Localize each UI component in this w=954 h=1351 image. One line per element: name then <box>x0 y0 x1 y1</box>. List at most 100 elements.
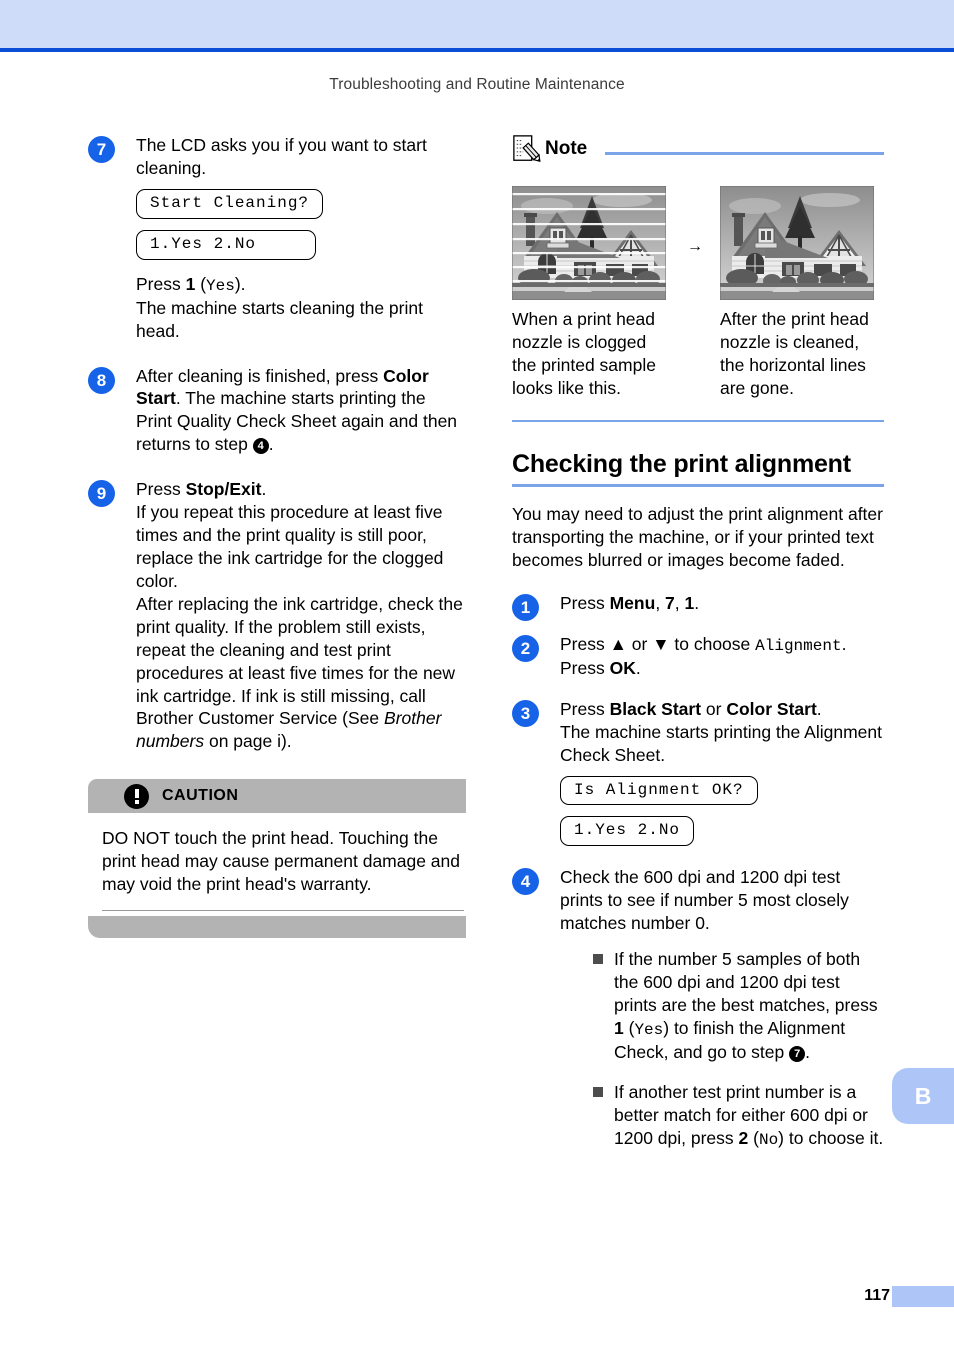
step-number-badge: 3 <box>512 699 539 727</box>
black-start-key: Black Start <box>609 698 702 719</box>
align-step-2-line2: Press OK. <box>560 657 884 680</box>
period: . <box>261 479 267 500</box>
period: . <box>841 633 847 654</box>
page-title: Checking the print alignment <box>512 450 851 479</box>
note-label: Note <box>545 138 588 159</box>
step-number-badge: 2 <box>512 634 539 662</box>
press-label: Press <box>136 273 186 294</box>
bullet-1-key: 2 <box>738 1127 749 1148</box>
paren-close: ) to <box>663 1017 694 1038</box>
press-label: Press <box>560 592 610 613</box>
comma: , <box>674 592 685 613</box>
running-header: Troubleshooting and Routine Maintenance <box>329 76 625 93</box>
step-number-badge: 1 <box>512 593 539 621</box>
press-label: Press <box>560 657 610 678</box>
note-header: Note <box>512 134 884 164</box>
step-number-badge: 4 <box>512 868 539 896</box>
press-key: 1 <box>185 273 196 294</box>
period: . <box>268 434 274 455</box>
paren-open: ( <box>623 1017 635 1038</box>
page-number: 117 <box>864 1287 890 1304</box>
lcd-group-align-b: 1.Yes 2.No <box>560 807 884 848</box>
align-step-4-lead: Check the 600 dpi and 1200 dpi test prin… <box>560 867 849 934</box>
align-step-4: 4 Check the 600 dpi and 1200 dpi test pr… <box>512 866 884 1150</box>
figure-clogged: When a print head nozzle is clogged the … <box>512 186 670 400</box>
left-column: 7 The LCD asks you if you want to start … <box>88 134 466 939</box>
lcd-yes-no: 1.Yes 2.No <box>136 229 316 260</box>
right-column: Note When a print head nozzle is clogged… <box>512 134 884 1168</box>
bullet-0-key: 1 <box>614 1017 624 1038</box>
step-reference-badge: 7 <box>789 1045 806 1062</box>
arrow-keys-instruction: Press ▲ or ▼ to choose <box>560 633 756 654</box>
paren-close: ) to choose it. <box>778 1127 884 1148</box>
align-step-1: 1 Press Menu, 7, 1. <box>512 592 884 621</box>
lcd-start-cleaning: Start Cleaning? <box>136 188 324 219</box>
step-7-body: The LCD asks you if you want to start cl… <box>136 134 466 343</box>
list-item: If the number 5 samples of both the 600 … <box>590 948 884 1064</box>
square-bullet-icon <box>593 1086 603 1097</box>
caution-divider <box>102 910 464 912</box>
period: . <box>635 657 641 678</box>
step-8-lead: After cleaning is finished, press <box>136 365 384 386</box>
note-bottom-rule <box>512 419 884 423</box>
caution-title: CAUTION <box>162 787 239 805</box>
period: . <box>175 388 181 409</box>
transition-arrow-icon: → <box>687 238 703 255</box>
step-9: 9 Press Stop/Exit. If you repeat this pr… <box>88 478 466 753</box>
press-label: Press <box>560 698 610 719</box>
bullet-1-mono-no: No <box>758 1130 779 1149</box>
section-title-rule <box>512 484 884 488</box>
align-step-3: 3 Press Black Start or Color Start. The … <box>512 698 884 849</box>
press-mono-yes: Yes <box>206 276 235 295</box>
lcd-group-7b: 1.Yes 2.No <box>136 221 466 262</box>
step-9-para1: If you repeat this procedure at least fi… <box>136 502 444 591</box>
align-step-1-body: Press Menu, 7, 1. <box>560 592 884 615</box>
bullet-0-text-a: If the number 5 samples of both the 600 … <box>614 949 878 1016</box>
list-item: If another test print number is a better… <box>590 1081 884 1151</box>
align-step-4-bullets: If the number 5 samples of both the 600 … <box>590 948 884 1150</box>
clogged-nozzle-sample-photo <box>512 186 666 300</box>
step-9-para2-b: on page i). <box>204 731 292 752</box>
figure-clogged-caption: When a print head nozzle is clogged the … <box>512 309 656 398</box>
lcd-group-7: Start Cleaning? <box>136 180 466 221</box>
period: . <box>694 592 700 613</box>
step-9-body: Press Stop/Exit. If you repeat this proc… <box>136 478 466 753</box>
key-1: 1 <box>684 592 695 613</box>
note-header-rule <box>605 152 884 155</box>
caution-box: CAUTION DO NOT touch the print head. Tou… <box>88 779 466 939</box>
align-step-3-rest: The machine starts printing the Alignmen… <box>560 721 882 765</box>
align-step-2: 2 Press ▲ or ▼ to choose Alignment. Pres… <box>512 633 884 680</box>
caution-body: DO NOT touch the print head. Touching th… <box>102 828 461 895</box>
step-9-lead: Press <box>136 479 186 500</box>
figure-cleaned: After the print head nozzle is cleaned, … <box>720 186 878 400</box>
chapter-tab-b: B <box>892 1068 954 1124</box>
align-step-3-body: Press Black Start or Color Start. The ma… <box>560 698 884 849</box>
step-8: 8 After cleaning is finished, press Colo… <box>88 365 466 457</box>
bullet-0-mono-yes: Yes <box>634 1020 664 1039</box>
step-8-body: After cleaning is finished, press Color … <box>136 365 466 457</box>
note-figures: When a print head nozzle is clogged the … <box>512 186 884 400</box>
step-7-line2: cleaning. <box>136 157 207 178</box>
step-number-badge: 8 <box>88 366 115 394</box>
paren-open: ( <box>748 1127 759 1148</box>
stop-exit-key: Stop/Exit <box>185 479 262 500</box>
step-number-badge: 9 <box>88 480 115 508</box>
color-start-key: Color Start <box>726 698 817 719</box>
align-step-4-body: Check the 600 dpi and 1200 dpi test prin… <box>560 866 884 1150</box>
step-7-line1: The LCD asks you if you want to start <box>136 135 427 155</box>
lcd-menu-item-alignment: Alignment <box>755 636 842 655</box>
or-conjunction: or <box>701 698 727 719</box>
exclamation-icon <box>124 783 149 809</box>
step-8-rest: The machine starts printing the Print Qu… <box>136 388 458 455</box>
step-7-press-line: Press 1 (Yes). <box>136 273 466 297</box>
page-top-accent-rule <box>0 48 954 52</box>
note-pencil-icon <box>513 135 541 163</box>
lcd-group-align-a: Is Alignment OK? <box>560 767 884 808</box>
caution-header: CAUTION <box>88 779 466 814</box>
paren-close: ). <box>234 273 246 294</box>
step-7: 7 The LCD asks you if you want to start … <box>88 134 466 343</box>
cleaned-nozzle-sample-photo <box>720 186 874 300</box>
footer-accent-bar <box>892 1286 954 1307</box>
lcd-is-alignment-ok: Is Alignment OK? <box>560 775 758 806</box>
step-9-para2: After replacing the ink cartridge, check… <box>136 593 466 753</box>
